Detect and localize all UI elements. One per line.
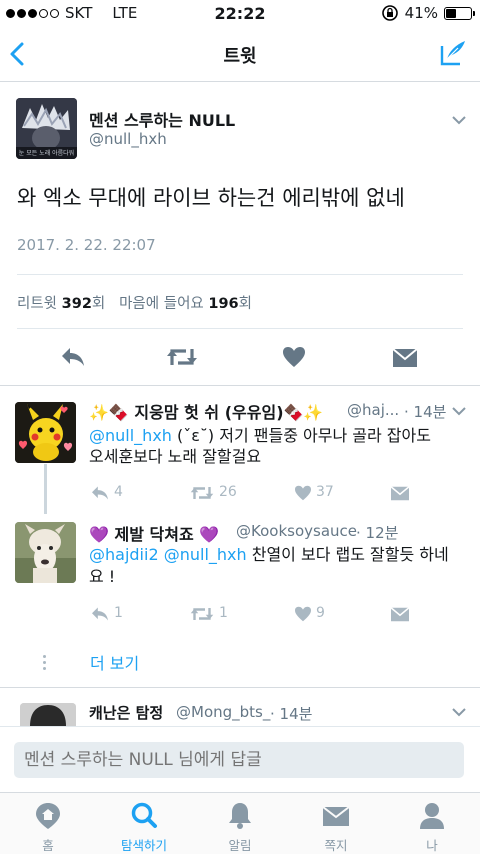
reply-composer (0, 726, 480, 792)
avatar-image (15, 402, 76, 463)
tab-bar: 홈 탐색하기 알림 쪽지 나 (0, 792, 480, 854)
tab-label: 쪽지 (324, 838, 348, 853)
battery-percent: 41% (404, 4, 438, 22)
author-name[interactable]: 멘션 스루하는 NULL (89, 107, 235, 131)
retweet-stat-suffix: 회 (91, 296, 106, 312)
reply-icon[interactable] (60, 346, 86, 368)
divider (0, 385, 480, 386)
tab-label: 나 (426, 838, 438, 853)
avatar-caption: 눈 모든 노래 아름다워 (18, 150, 75, 157)
avatar-image (15, 522, 76, 583)
reply-text-line1: (ˇε˘) 저기 팬들중 아무나 골라 잡아도 (171, 426, 431, 445)
like-count: 9 (316, 605, 325, 621)
like-icon[interactable] (282, 346, 306, 368)
reply-author-name[interactable]: 💜 제발 닥쳐죠 💜 (89, 521, 219, 545)
tweet-stats: 리트윗 392회 마음에 들어요 196회 (17, 292, 252, 313)
like-stat-count: 196 (208, 296, 239, 312)
mention-link[interactable]: @null_hxh (164, 545, 247, 564)
reply-timestamp: · 14분 (404, 403, 447, 421)
retweet-stat[interactable]: 리트윗 392회 (17, 296, 105, 312)
tab-home[interactable]: 홈 (0, 793, 96, 854)
reply-author-name[interactable]: ✨🍫 지웅맘 헛 쉬 (우유임)🍫✨ (89, 399, 323, 423)
chevron-down-icon[interactable] (451, 406, 467, 416)
reply-count: 4 (114, 484, 123, 500)
divider (17, 328, 463, 329)
search-icon (131, 802, 157, 828)
mention-link[interactable]: @null_hxh (89, 426, 172, 445)
reply-text-line2: 오세훈보다 노래 잘할걸요 (89, 447, 262, 466)
reply-timestamp: · 12분 (356, 524, 399, 542)
direct-message-icon[interactable] (390, 607, 410, 622)
nav-bar: 트윗 (0, 28, 480, 82)
tab-label: 탐색하기 (120, 838, 167, 853)
thread-line (44, 464, 47, 514)
mail-icon (322, 806, 350, 826)
tab-notifications[interactable]: 알림 (192, 793, 288, 854)
battery-fill (446, 8, 456, 18)
tweet-text: 와 엑소 무대에 라이브 하는건 에리밖에 없네 (17, 186, 405, 210)
status-bar: SKT LTE 22:22 41% (0, 0, 480, 28)
mention-link[interactable]: @hajdii2 (89, 545, 159, 564)
reply-author-handle[interactable]: @haj... (347, 401, 399, 419)
chevron-down-icon[interactable] (451, 707, 467, 717)
reply-avatar[interactable] (15, 402, 76, 463)
retweet-icon[interactable] (190, 605, 214, 623)
more-dots-icon (43, 655, 47, 673)
reply-count: 1 (114, 605, 123, 621)
bell-icon (229, 803, 251, 829)
avatar-image (20, 703, 76, 726)
battery-icon (444, 6, 475, 20)
tab-messages[interactable]: 쪽지 (288, 793, 384, 854)
reply-avatar[interactable] (20, 703, 76, 726)
reply-input[interactable] (14, 742, 464, 778)
chevron-down-icon[interactable] (451, 115, 467, 125)
reply-text-line2: 요 ! (89, 567, 116, 586)
reply-icon[interactable] (90, 606, 110, 622)
reply-author-handle[interactable]: @Mong_bts_ (176, 703, 270, 721)
home-icon (36, 803, 60, 829)
person-icon (420, 803, 444, 829)
tweet-detail-screen: SKT LTE 22:22 41% 트윗 눈 모든 노래 아름다워 멘션 스루하… (0, 0, 480, 854)
page-title: 트윗 (223, 46, 257, 67)
divider (17, 274, 463, 275)
tweet-timestamp: 2017. 2. 22. 22:07 (17, 236, 156, 254)
compose-icon[interactable] (438, 38, 468, 68)
reply-author-handle[interactable]: @Kooksoysauce (236, 522, 357, 540)
retweet-icon[interactable] (166, 345, 198, 369)
direct-message-icon[interactable] (390, 486, 410, 501)
retweet-count: 1 (219, 605, 228, 621)
like-stat[interactable]: 마음에 들어요 196회 (119, 296, 252, 312)
author-avatar[interactable]: 눈 모든 노래 아름다워 (16, 98, 77, 159)
like-icon[interactable] (294, 485, 312, 501)
retweet-count: 26 (219, 484, 237, 500)
reply-avatar[interactable] (15, 522, 76, 583)
like-count: 37 (316, 484, 334, 500)
reply-timestamp: · 14분 (270, 705, 313, 723)
like-stat-label: 마음에 들어요 (119, 296, 204, 312)
reply-icon[interactable] (90, 485, 110, 501)
status-right: 41% (381, 4, 475, 22)
retweet-stat-count: 392 (61, 296, 92, 312)
direct-message-icon[interactable] (392, 348, 418, 368)
tab-me[interactable]: 나 (384, 793, 480, 854)
rotation-lock-icon (381, 5, 398, 21)
tab-label: 홈 (42, 838, 54, 853)
reply-text-line1: 찬열이 보다 랩도 잘할듯 하네 (246, 545, 449, 564)
tab-label: 알림 (228, 838, 252, 853)
retweet-stat-label: 리트윗 (17, 296, 58, 312)
author-handle[interactable]: @null_hxh (89, 130, 167, 148)
divider (0, 687, 480, 688)
reply-text: @hajdii2 @null_hxh 찬열이 보다 랩도 잘할듯 하네 (89, 543, 449, 567)
show-more-link[interactable]: 더 보기 (90, 650, 139, 674)
like-icon[interactable] (294, 606, 312, 622)
reply-author-name[interactable]: 캐난은 탐정 (89, 702, 163, 723)
tab-explore[interactable]: 탐색하기 (96, 793, 192, 854)
like-stat-suffix: 회 (238, 296, 252, 312)
retweet-icon[interactable] (190, 484, 214, 502)
